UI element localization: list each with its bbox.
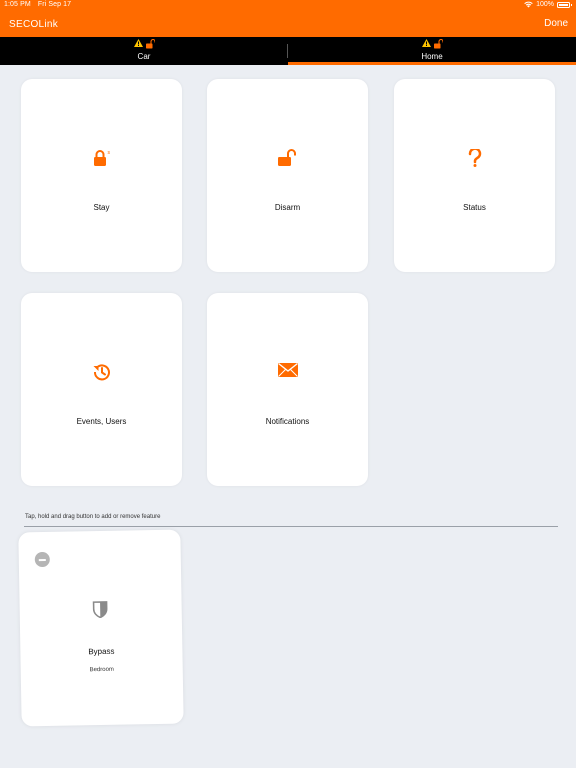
remove-feature-button[interactable] [34, 551, 50, 568]
tab-home[interactable]: Home [288, 37, 576, 65]
battery-percent: 100% [536, 1, 554, 8]
status-bar-left: 1:05 PM Fri Sep 17 [4, 1, 76, 8]
done-button[interactable]: Done [544, 18, 568, 29]
battery-icon [557, 1, 572, 8]
disarm-button[interactable]: Disarm [207, 79, 368, 272]
bypass-label: Bypass [88, 646, 115, 657]
section-divider [24, 526, 558, 527]
app-logo: SECOLink [9, 19, 59, 30]
svg-text:s: s [107, 150, 110, 156]
stay-button[interactable]: s Stay [21, 79, 182, 272]
drag-hint: Tap, hold and drag button to add or remo… [25, 514, 161, 520]
notifications-button[interactable]: Notifications [207, 293, 368, 486]
app-header: 1:05 PM Fri Sep 17 100% SECOLink Done [0, 0, 576, 37]
wifi-icon [524, 1, 533, 8]
status-label: Status [463, 203, 486, 212]
lock-icon: s [93, 150, 110, 166]
status-bar-right: 100% [524, 1, 572, 8]
warning-icon [133, 39, 143, 47]
unlocked-icon [277, 149, 296, 166]
envelope-icon [277, 362, 298, 377]
status-date: Fri Sep 17 [37, 1, 72, 8]
tab-home-label: Home [421, 52, 443, 61]
history-icon [93, 364, 110, 381]
tab-selected-indicator [288, 62, 576, 65]
stay-label: Stay [93, 203, 110, 212]
bypass-button[interactable]: Bypass Bedroom [18, 529, 184, 727]
tab-bar: Car Home [0, 37, 576, 65]
unlocked-icon [433, 39, 443, 49]
unlocked-icon [145, 39, 155, 49]
tab-car-label: Car [137, 52, 151, 61]
bypass-zone: Bedroom [89, 666, 114, 674]
status-button[interactable]: Status [394, 79, 555, 272]
events-users-label: Events, Users [76, 417, 127, 426]
status-time: 1:05 PM [4, 1, 31, 8]
notifications-label: Notifications [265, 417, 310, 426]
disarm-label: Disarm [274, 203, 301, 212]
tab-car[interactable]: Car [0, 37, 288, 65]
warning-icon [421, 39, 431, 47]
shield-icon [92, 601, 108, 619]
events-users-button[interactable]: Events, Users [21, 293, 182, 486]
question-icon [468, 147, 481, 167]
